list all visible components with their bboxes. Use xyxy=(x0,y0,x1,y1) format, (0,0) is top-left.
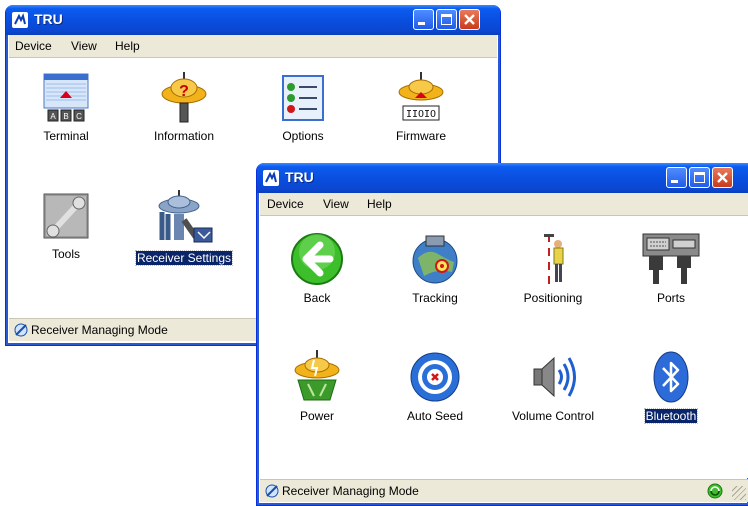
item-label: Power xyxy=(299,409,334,423)
auto-seed-icon xyxy=(410,352,460,402)
menu-bar: Device View Help xyxy=(9,35,497,58)
connection-status-icon xyxy=(707,483,723,499)
app-icon xyxy=(12,12,28,28)
item-firmware[interactable]: IIOIO Firmware xyxy=(366,72,476,143)
item-label: Firmware xyxy=(396,129,446,143)
receiver-status-icon xyxy=(14,323,28,337)
information-icon: ? xyxy=(161,72,207,123)
bluetooth-icon xyxy=(653,351,689,403)
resize-grip[interactable] xyxy=(732,486,746,500)
item-terminal[interactable]: A B C Terminal xyxy=(11,72,121,143)
terminal-icon: A B C xyxy=(43,73,89,122)
item-bluetooth[interactable]: Bluetooth xyxy=(616,350,726,424)
volume-icon xyxy=(533,356,576,398)
status-text: Receiver Managing Mode xyxy=(31,323,168,337)
receiver-status-icon xyxy=(265,484,279,498)
window-front: TRU Device View Help Back Tracking Posit… xyxy=(256,163,748,506)
options-icon xyxy=(282,75,324,121)
item-label: Positioning xyxy=(523,291,583,305)
tools-icon xyxy=(43,193,89,239)
ports-icon xyxy=(642,233,700,284)
close-button[interactable] xyxy=(459,9,480,30)
minimize-icon xyxy=(418,22,425,25)
minimize-button[interactable] xyxy=(413,9,434,30)
maximize-button[interactable] xyxy=(436,9,457,30)
menu-device[interactable]: Device xyxy=(267,197,304,211)
back-arrow-icon xyxy=(291,233,343,285)
close-button[interactable] xyxy=(712,167,733,188)
menu-bar: Device View Help xyxy=(260,193,748,216)
minimize-icon xyxy=(671,180,678,183)
svg-text:?: ? xyxy=(179,83,189,100)
item-positioning[interactable]: Positioning xyxy=(498,232,608,305)
item-label: Back xyxy=(303,291,331,305)
window-title: TRU xyxy=(34,11,63,27)
item-label: Information xyxy=(153,129,215,143)
menu-help[interactable]: Help xyxy=(367,197,392,211)
item-power[interactable]: Power xyxy=(262,350,372,423)
item-auto-seed[interactable]: Auto Seed xyxy=(380,350,490,423)
maximize-icon xyxy=(694,172,705,183)
item-label: Ports xyxy=(656,291,685,305)
item-label: Tools xyxy=(51,247,80,261)
close-icon xyxy=(717,172,728,183)
tracking-icon xyxy=(412,235,458,284)
power-icon xyxy=(294,350,340,401)
status-bar: Receiver Managing Mode xyxy=(260,479,748,502)
minimize-button[interactable] xyxy=(666,167,687,188)
item-label: Bluetooth xyxy=(643,408,699,424)
item-label: Auto Seed xyxy=(406,409,464,423)
window-title: TRU xyxy=(285,169,314,185)
svg-text:A: A xyxy=(50,112,56,121)
close-icon xyxy=(464,14,475,25)
menu-view[interactable]: View xyxy=(71,39,97,53)
menu-help[interactable]: Help xyxy=(115,39,140,53)
status-text: Receiver Managing Mode xyxy=(282,484,419,498)
icon-panel: Back Tracking Positioning Ports Power Au… xyxy=(260,216,748,478)
svg-text:IIOIO: IIOIO xyxy=(406,109,436,120)
item-label: Options xyxy=(282,129,324,143)
receiver-settings-icon xyxy=(158,190,213,243)
maximize-icon xyxy=(441,14,452,25)
item-volume-control[interactable]: Volume Control xyxy=(498,350,608,423)
menu-device[interactable]: Device xyxy=(15,39,52,53)
title-bar[interactable]: TRU xyxy=(257,163,748,193)
item-options[interactable]: Options xyxy=(248,72,358,143)
item-label: Volume Control xyxy=(511,409,595,423)
item-receiver-settings[interactable]: Receiver Settings xyxy=(129,190,239,266)
firmware-icon: IIOIO xyxy=(398,72,444,121)
item-tracking[interactable]: Tracking xyxy=(380,232,490,305)
item-label: Terminal xyxy=(43,129,89,143)
svg-text:C: C xyxy=(76,112,82,121)
item-label: Tracking xyxy=(412,291,458,305)
item-back[interactable]: Back xyxy=(262,232,372,305)
positioning-icon xyxy=(544,234,564,284)
item-information[interactable]: ? Information xyxy=(129,72,239,143)
item-ports[interactable]: Ports xyxy=(616,232,726,305)
item-tools[interactable]: Tools xyxy=(11,190,121,261)
app-icon xyxy=(263,170,279,186)
title-bar[interactable]: TRU xyxy=(6,5,500,35)
menu-view[interactable]: View xyxy=(323,197,349,211)
maximize-button[interactable] xyxy=(689,167,710,188)
item-label: Receiver Settings xyxy=(134,250,234,266)
svg-text:B: B xyxy=(63,112,68,121)
